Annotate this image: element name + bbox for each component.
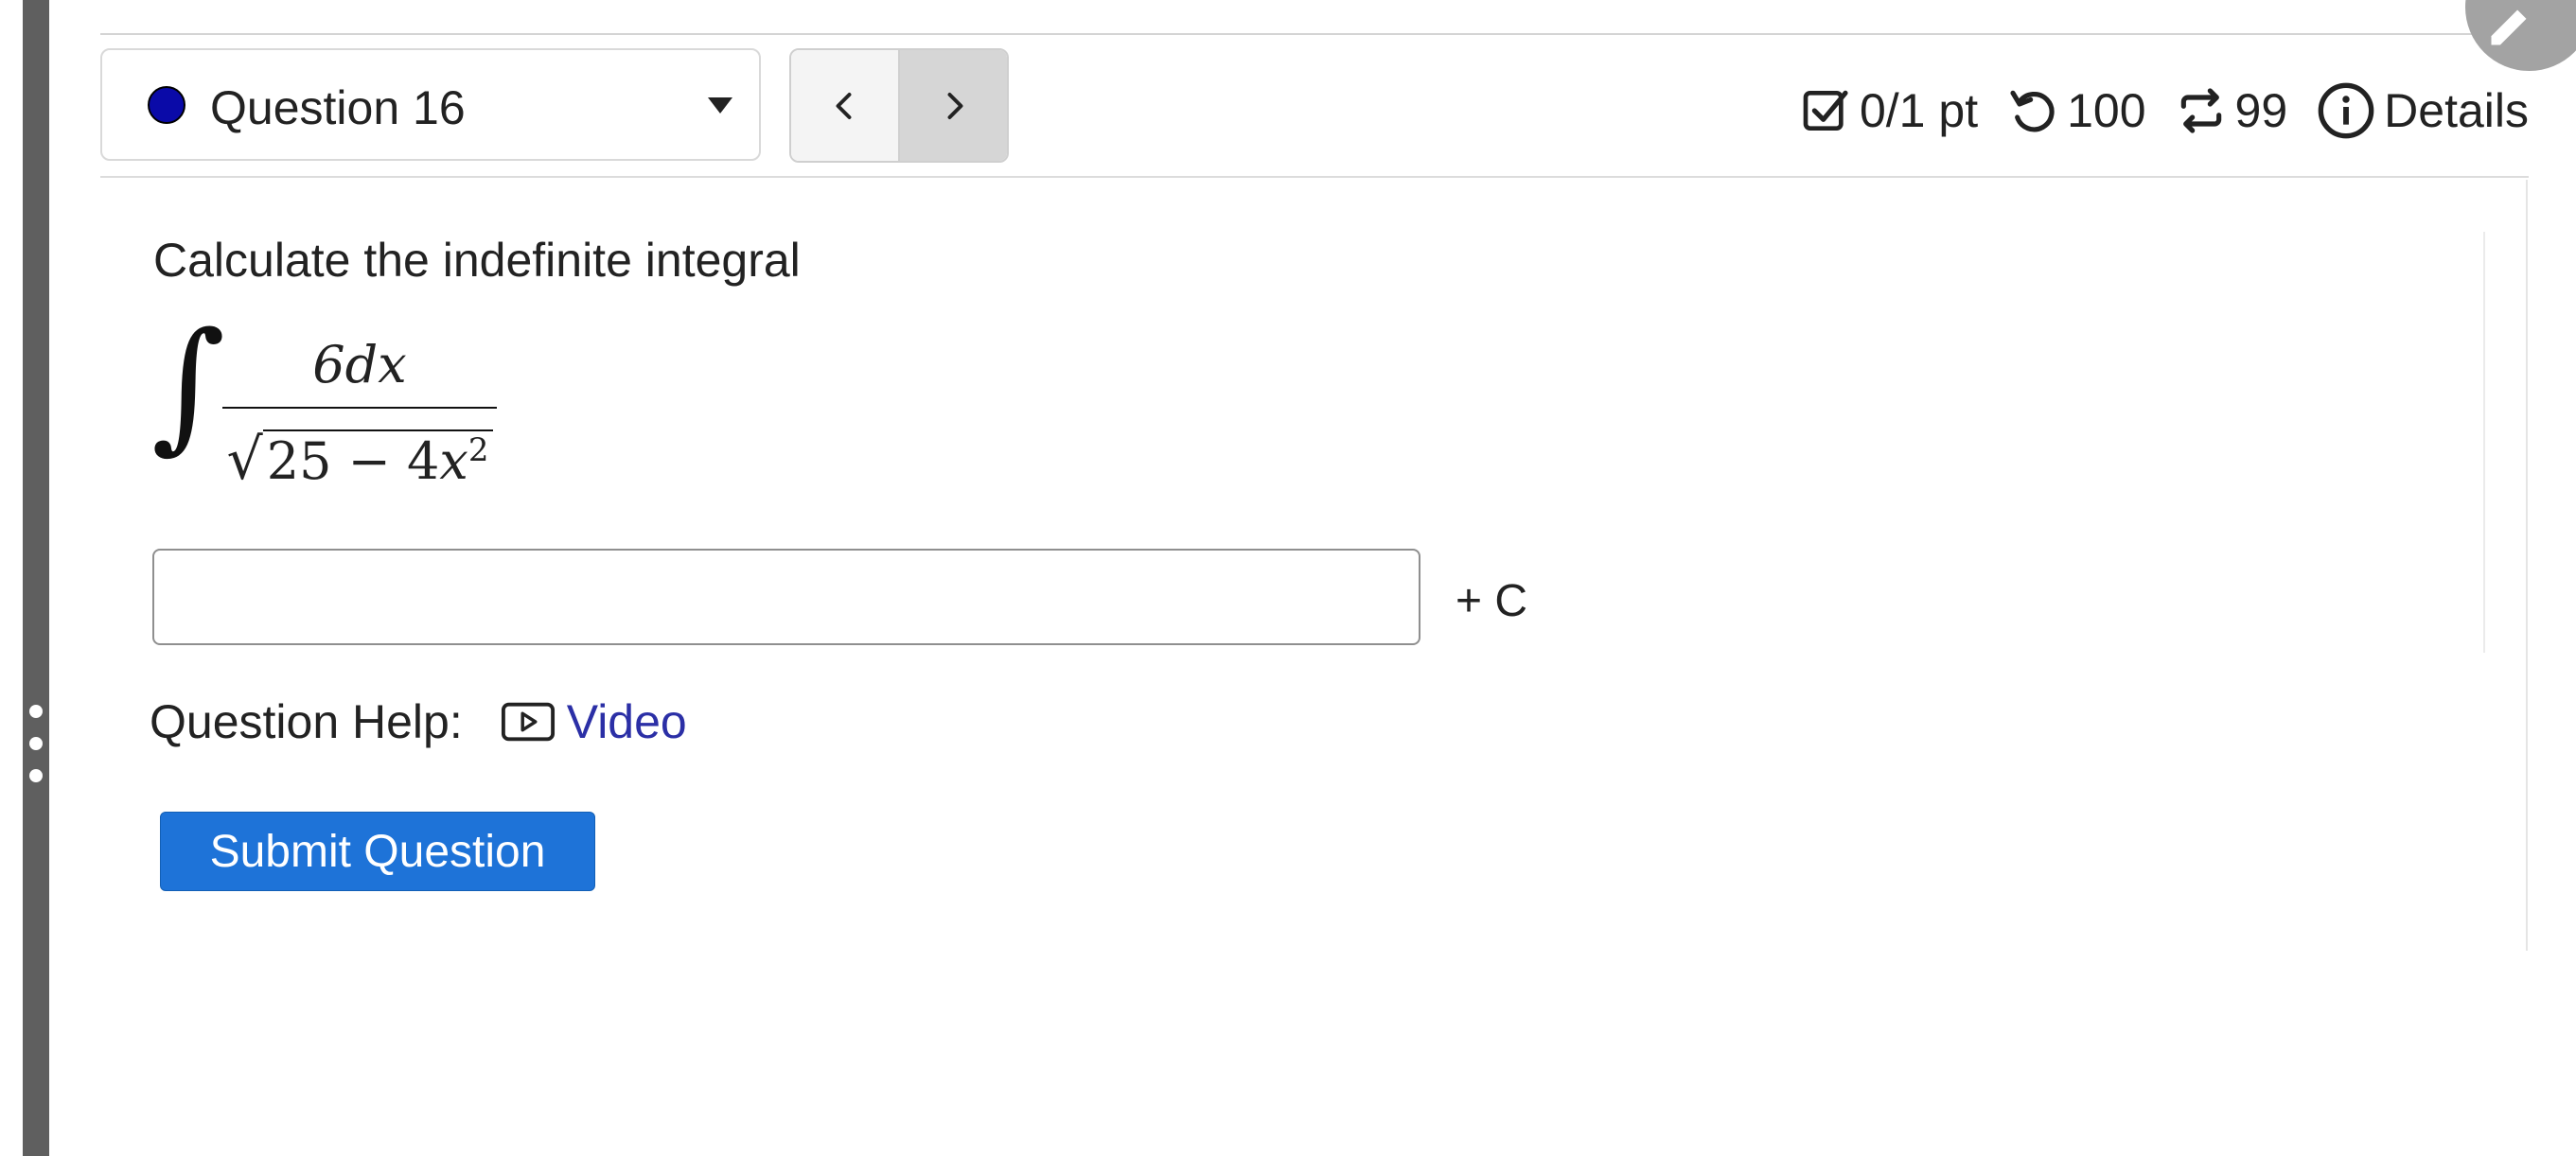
radicand-coefficient: 4 bbox=[407, 431, 440, 491]
dot bbox=[29, 705, 43, 718]
sidebar-handle[interactable] bbox=[26, 705, 45, 801]
caret-down-icon bbox=[708, 97, 732, 114]
left-sidebar-strip bbox=[23, 0, 49, 1156]
checkbox-icon bbox=[1803, 90, 1848, 131]
numerator: 6dx bbox=[312, 335, 407, 394]
header-divider bbox=[100, 176, 2529, 178]
question-help: Question Help: Video bbox=[150, 694, 687, 749]
pencil-icon bbox=[2491, 9, 2527, 45]
question-prompt: Calculate the indefinite integral bbox=[153, 234, 801, 287]
question-select[interactable]: Question 16 bbox=[100, 48, 761, 161]
help-video-link[interactable]: Video bbox=[501, 694, 687, 749]
chevron-left-icon bbox=[836, 92, 851, 119]
repeat-icon bbox=[2180, 88, 2221, 133]
radicand-variable: x bbox=[439, 431, 468, 491]
points-text: 0/1 pt bbox=[1859, 84, 1979, 137]
details-link[interactable]: Details bbox=[2316, 80, 2529, 141]
undo-icon bbox=[2010, 90, 2055, 132]
question-select-label: Question 16 bbox=[210, 81, 466, 134]
denominator: √25 − 4x2 bbox=[222, 416, 497, 493]
radicand: 25 − 4x2 bbox=[262, 429, 493, 491]
retries-text: 100 bbox=[2067, 84, 2146, 137]
attempts-metric: 99 bbox=[2175, 83, 2288, 138]
help-label: Question Help: bbox=[150, 695, 463, 748]
info-icon bbox=[2318, 82, 2374, 139]
chevron-right-icon bbox=[947, 92, 962, 119]
submit-question-button[interactable]: Submit Question bbox=[160, 812, 595, 891]
top-divider bbox=[100, 33, 2576, 35]
dot bbox=[29, 769, 43, 782]
edit-button[interactable] bbox=[2465, 0, 2576, 71]
retries-metric: 100 bbox=[2006, 83, 2146, 138]
video-icon bbox=[501, 702, 555, 742]
previous-question-button[interactable] bbox=[791, 50, 898, 161]
status-dot-icon bbox=[148, 86, 185, 124]
integral-sign: ∫ bbox=[151, 303, 226, 467]
dot bbox=[29, 737, 43, 750]
question-metrics: 0/1 pt 100 99 Details bbox=[1771, 78, 2529, 144]
answer-input[interactable] bbox=[152, 549, 1420, 645]
attempts-text: 99 bbox=[2234, 84, 2288, 137]
next-question-button[interactable] bbox=[898, 50, 1007, 161]
fraction-bar bbox=[222, 407, 497, 409]
minus-sign: − bbox=[347, 431, 391, 491]
content-border bbox=[2526, 180, 2528, 951]
fraction: 6dx √25 − 4x2 bbox=[222, 333, 497, 493]
question-nav bbox=[789, 48, 1009, 163]
help-video-label: Video bbox=[566, 695, 687, 748]
points-metric: 0/1 pt bbox=[1799, 83, 1978, 138]
inner-border bbox=[2483, 232, 2485, 653]
sqrt-sign: √ bbox=[226, 427, 263, 493]
constant-suffix: + C bbox=[1456, 576, 1528, 626]
radicand-constant: 25 bbox=[266, 431, 332, 491]
radicand-exponent: 2 bbox=[468, 431, 489, 469]
details-text: Details bbox=[2384, 84, 2529, 137]
